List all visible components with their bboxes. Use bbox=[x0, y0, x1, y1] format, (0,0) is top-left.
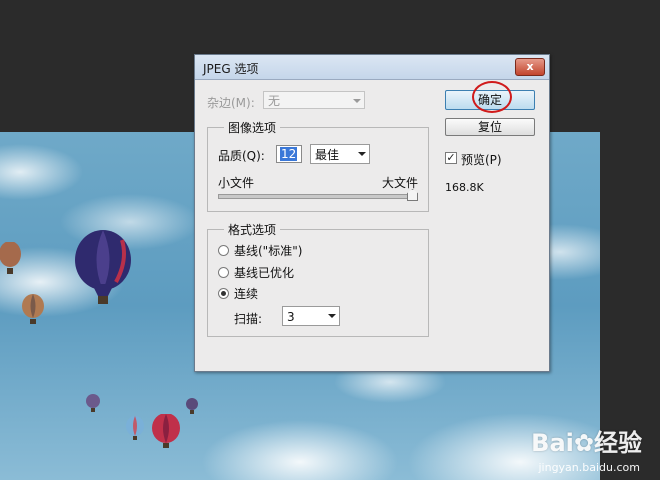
quality-slider-track[interactable] bbox=[218, 194, 418, 199]
matte-select[interactable]: 无 bbox=[263, 91, 365, 109]
quality-preset-select[interactable]: 最佳 bbox=[310, 144, 370, 164]
highlight-circle bbox=[472, 81, 512, 113]
radio-baseline-standard[interactable] bbox=[218, 245, 229, 256]
preview-label: 预览(P) bbox=[461, 153, 502, 167]
quality-label: 品质(Q): bbox=[218, 149, 265, 163]
format-options-group: 格式选项 基线("标准") 基线已优化 连续 扫描: 3 bbox=[207, 221, 429, 337]
scans-value: 3 bbox=[287, 310, 295, 324]
small-file-label: 小文件 bbox=[218, 176, 255, 190]
image-options-title: 图像选项 bbox=[224, 119, 281, 136]
radio-baseline-optimized[interactable] bbox=[218, 267, 229, 278]
watermark-url: jingyan.baidu.com bbox=[538, 461, 640, 474]
quality-preset-value: 最佳 bbox=[315, 148, 340, 162]
balloon-small-2 bbox=[126, 416, 144, 440]
preview-checkbox[interactable]: ✓ bbox=[445, 152, 457, 164]
large-file-label: 大文件 bbox=[382, 176, 419, 190]
dialog-titlebar[interactable]: JPEG 选项 x bbox=[195, 55, 549, 80]
balloon-red bbox=[152, 414, 180, 448]
close-button[interactable]: x bbox=[515, 58, 545, 76]
balloon-left bbox=[0, 242, 21, 274]
matte-label: 杂边(M): bbox=[207, 96, 255, 110]
close-icon: x bbox=[526, 60, 534, 73]
baidu-watermark: Bai✿经验 bbox=[531, 423, 642, 458]
format-options-title: 格式选项 bbox=[224, 221, 281, 238]
image-options-group: 图像选项 品质(Q): 12 最佳 小文件 大文件 bbox=[207, 119, 429, 212]
chevron-down-icon bbox=[353, 99, 361, 103]
file-size: 168.8K bbox=[445, 181, 484, 194]
balloon-small-1 bbox=[86, 394, 100, 412]
scans-select[interactable]: 3 bbox=[282, 306, 340, 326]
dialog-title: JPEG 选项 bbox=[203, 62, 259, 76]
progressive-label: 连续 bbox=[234, 287, 259, 301]
chevron-down-icon bbox=[358, 152, 366, 156]
reset-button[interactable]: 复位 bbox=[445, 118, 535, 136]
baseline-standard-label: 基线("标准") bbox=[234, 244, 303, 258]
scans-label: 扫描: bbox=[234, 312, 263, 326]
radio-progressive[interactable] bbox=[218, 288, 229, 299]
watermark-suffix: 经验 bbox=[594, 429, 642, 457]
quality-value: 12 bbox=[280, 147, 298, 161]
balloon-large bbox=[75, 230, 131, 304]
reset-label: 复位 bbox=[477, 120, 502, 134]
watermark-brand: Bai bbox=[531, 429, 574, 457]
balloon-mid-left bbox=[22, 294, 44, 324]
matte-value: 无 bbox=[268, 94, 281, 108]
chevron-down-icon bbox=[328, 314, 336, 318]
quality-input[interactable]: 12 bbox=[276, 145, 302, 163]
balloon-small-3 bbox=[186, 398, 198, 414]
paw-icon: ✿ bbox=[573, 429, 594, 457]
baseline-optimized-label: 基线已优化 bbox=[234, 266, 295, 280]
